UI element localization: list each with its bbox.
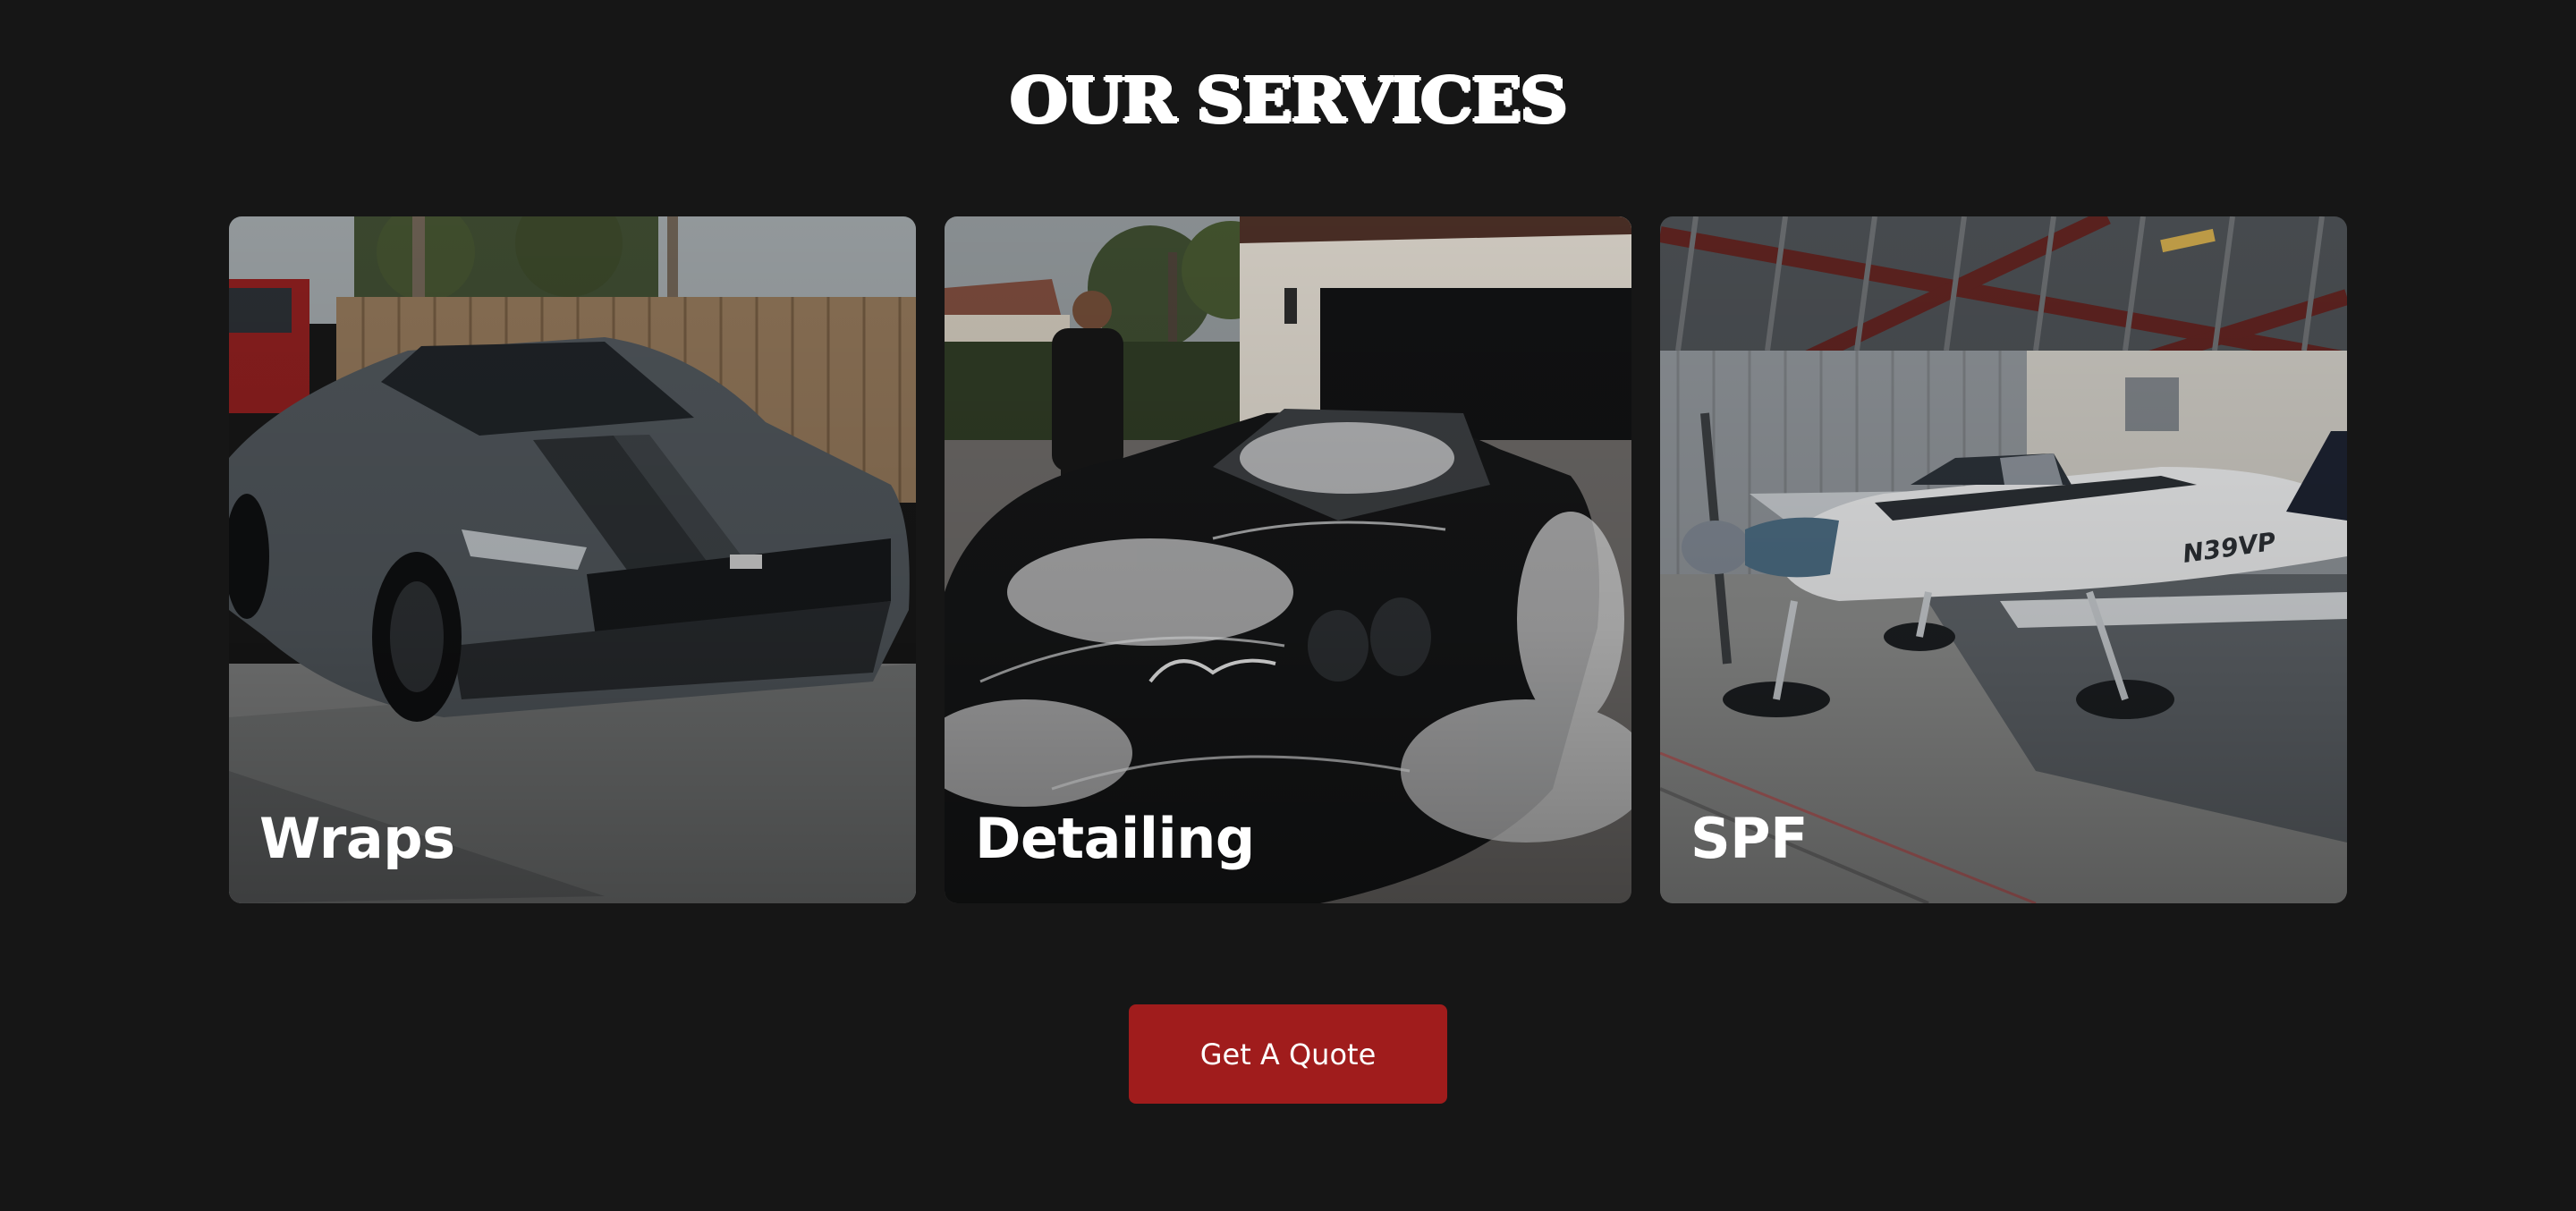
service-card-spf[interactable]: N39VP SPF [1660,216,2347,903]
section-title: OUR SERVICES [1010,65,1568,137]
get-a-quote-button[interactable]: Get A Quote [1129,1004,1447,1104]
card-overlay [945,216,1631,903]
service-card-detailing[interactable]: Detailing [945,216,1631,903]
service-card-wraps[interactable]: Wraps [229,216,916,903]
service-label-wraps: Wraps [259,806,455,871]
service-label-detailing: Detailing [975,806,1255,871]
card-overlay [229,216,916,903]
card-overlay [1660,216,2347,903]
service-cards: Wraps Detailing SPF [229,216,2347,903]
service-label-spf: SPF [1690,806,1808,871]
services-section: OUR SERVICES Wraps Detailing SPF Get A Q… [0,0,2576,1211]
